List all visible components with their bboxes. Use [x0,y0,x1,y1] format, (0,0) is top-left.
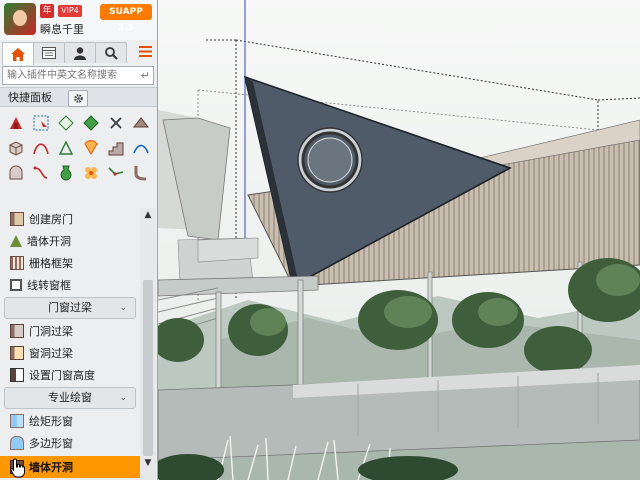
panel-header: 年 VIP4 瞬息千里 SUAPP 3.5 [0,0,157,40]
vase-icon [60,165,71,181]
set-height-icon [10,368,24,382]
panel-tabs [2,42,127,65]
door-lintel-icon [10,324,24,338]
list-item-rect-window[interactable]: 绘矩形窗 [0,410,140,432]
quick-tool-18[interactable] [129,161,152,184]
triangle-icon [58,139,73,155]
lintel-section-title: 门窗过梁 [48,301,92,314]
user-icon [74,46,86,60]
list-item-wall-opening[interactable]: 墙体开洞 [0,230,140,252]
avatar[interactable] [4,3,36,35]
quick-tool-2[interactable] [29,111,52,134]
quick-tool-10[interactable] [79,136,102,159]
list-item-set-height[interactable]: 设置门窗高度 [0,364,140,386]
quick-tool-13[interactable] [4,161,27,184]
menu-icon [138,45,152,57]
quick-panel-settings-button[interactable] [68,90,88,107]
hand-cursor-icon [10,458,25,478]
plugin-list-scrollbar[interactable]: ▲ ▼ [140,208,156,480]
quick-tool-5[interactable] [104,111,127,134]
scroll-up-icon[interactable]: ▲ [142,210,154,222]
vip-badge: VIP4 [58,5,82,17]
tab-toolbox[interactable] [33,42,65,63]
quick-tool-17[interactable] [104,161,127,184]
list-item-door-lintel[interactable]: 门洞过梁 [0,320,140,342]
quick-tool-12[interactable] [129,136,152,159]
rhombus-icon [57,114,74,131]
window-frame-icon [10,279,22,291]
list-item-grid-frame[interactable]: 栅格框架 [0,252,140,274]
chevron-down-icon: ⌄ [119,303,127,313]
toolbox-icon [42,47,56,59]
path-icon [107,166,123,176]
wall-opening-icon [10,235,22,247]
quick-tool-3[interactable] [54,111,77,134]
push-pull-icon [9,116,22,129]
plugin-search: ↵ [2,66,154,85]
enter-icon[interactable]: ↵ [141,69,150,82]
roof-icon [132,116,149,127]
scroll-thumb[interactable] [143,280,153,456]
grid-frame-icon [10,256,24,270]
quick-tool-4[interactable] [79,111,102,134]
plugin-search-input[interactable] [7,68,135,83]
lintel-section-header[interactable]: 门窗过梁 ⌄ [4,297,136,319]
architecture-model-view [158,0,640,480]
panel-menu-button[interactable] [136,42,154,60]
tab-home[interactable] [2,42,34,65]
window-section-title: 专业绘窗 [48,391,92,404]
scroll-down-icon[interactable]: ▼ [142,458,154,470]
arc-icon [132,144,149,153]
gear-icon [73,94,83,103]
stair-icon [108,142,123,155]
quick-tool-9[interactable] [54,136,77,159]
flower-icon [84,166,97,179]
pipe-icon [134,165,146,180]
username[interactable]: 瞬息千里 [40,21,84,37]
list-item-window-lintel[interactable]: 窗洞过梁 [0,342,140,364]
tab-search[interactable] [95,42,127,63]
quick-tool-11[interactable] [104,136,127,159]
tab-user[interactable] [64,42,96,63]
quick-panel-header[interactable]: 快捷面板 [0,87,157,107]
box-icon [9,140,22,156]
year-badge: 年 [40,4,54,18]
suapp-panel: 年 VIP4 瞬息千里 SUAPP 3.5 ↵ 快捷面板 [0,0,158,480]
chevron-down-icon: ⌄ [119,393,127,403]
window-section-header[interactable]: 专业绘窗 ⌄ [4,387,136,409]
suapp-version-button[interactable]: SUAPP 3.5 [100,4,152,33]
quick-panel-title: 快捷面板 [8,91,52,104]
quick-tools-grid [4,111,154,185]
quick-tool-14[interactable] [29,161,52,184]
dome-icon [9,165,22,179]
sketchup-viewport[interactable] [158,0,640,480]
rope-icon [33,166,47,179]
quick-tool-8[interactable] [29,136,52,159]
quick-tool-7[interactable] [4,136,27,159]
polygon-window-icon [10,436,24,450]
fan-icon [83,139,98,155]
select-box-icon [33,115,48,130]
door-icon [10,212,24,226]
list-item-line-to-frame[interactable]: 线转窗框 [0,274,140,296]
quick-tool-6[interactable] [129,111,152,134]
face-fill-icon [82,114,99,131]
window-lintel-icon [10,346,24,360]
list-item-create-door[interactable]: 创建房门 [0,208,140,230]
quick-tool-1[interactable] [4,111,27,134]
move-icon [109,116,122,129]
list-item-polygon-window[interactable]: 多边形窗 [0,432,140,454]
home-icon [11,47,25,61]
plugin-list: 创建房门 墙体开洞 栅格框架 线转窗框 门窗过梁 ⌄ 门洞过梁 窗洞过梁 设置门窗… [0,208,140,478]
quick-tool-16[interactable] [79,161,102,184]
search-icon [104,46,118,60]
quick-tool-15[interactable] [54,161,77,184]
curve-icon [32,142,49,154]
rect-window-icon [10,414,24,428]
